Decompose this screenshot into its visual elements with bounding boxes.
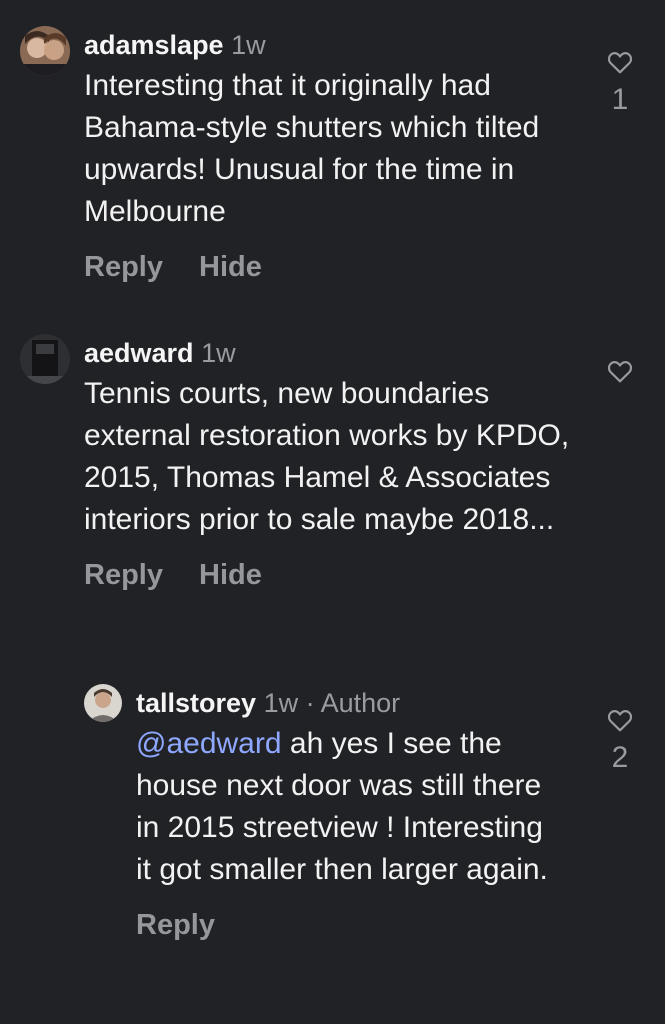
timestamp: 1w [201, 338, 236, 368]
timestamp: 1w [263, 688, 299, 718]
username[interactable]: adamslape [84, 30, 224, 60]
mention-link[interactable]: @aedward [136, 727, 282, 760]
comment-text: Tennis courts, new boundaries external r… [84, 377, 570, 536]
comment-body: aedward 1w Tennis courts, new boundaries… [84, 336, 584, 593]
avatar[interactable] [20, 26, 70, 76]
comment-header: tallstorey 1w · Author [136, 686, 556, 720]
comment-header: aedward 1w [84, 336, 584, 370]
profile-photo-icon [20, 334, 70, 384]
like-control: 2 [600, 708, 640, 776]
profile-photo-icon [84, 684, 122, 722]
heart-icon[interactable] [607, 359, 633, 383]
heart-icon[interactable] [607, 50, 633, 74]
comment-header: adamslape 1w [84, 28, 564, 62]
comment-actions: Reply [136, 907, 556, 943]
author-badge: Author [320, 688, 401, 718]
comment-actions: Reply Hide [84, 249, 564, 285]
like-count: 2 [611, 741, 629, 774]
like-count: 1 [611, 83, 629, 116]
comment-text: @aedward ah yes I see the house next doo… [136, 723, 556, 891]
comment-actions: Reply Hide [84, 557, 584, 593]
like-control [600, 359, 640, 383]
avatar[interactable] [84, 684, 122, 722]
profile-photo-icon [20, 26, 70, 76]
username[interactable]: aedward [84, 338, 194, 368]
comment-body: tallstorey 1w · Author @aedward ah yes I… [136, 686, 556, 943]
comment-text: Interesting that it originally had Baham… [84, 69, 540, 228]
timestamp: 1w [231, 30, 266, 60]
reply-button[interactable]: Reply [136, 909, 215, 941]
reply-button[interactable]: Reply [84, 251, 163, 283]
meta-separator: · [305, 688, 315, 718]
heart-icon[interactable] [607, 708, 633, 732]
comment-body: adamslape 1w Interesting that it origina… [84, 28, 564, 285]
like-control: 1 [600, 50, 640, 118]
hide-button[interactable]: Hide [199, 559, 262, 591]
avatar[interactable] [20, 334, 70, 384]
hide-button[interactable]: Hide [199, 251, 262, 283]
reply-button[interactable]: Reply [84, 559, 163, 591]
username[interactable]: tallstorey [136, 688, 256, 718]
